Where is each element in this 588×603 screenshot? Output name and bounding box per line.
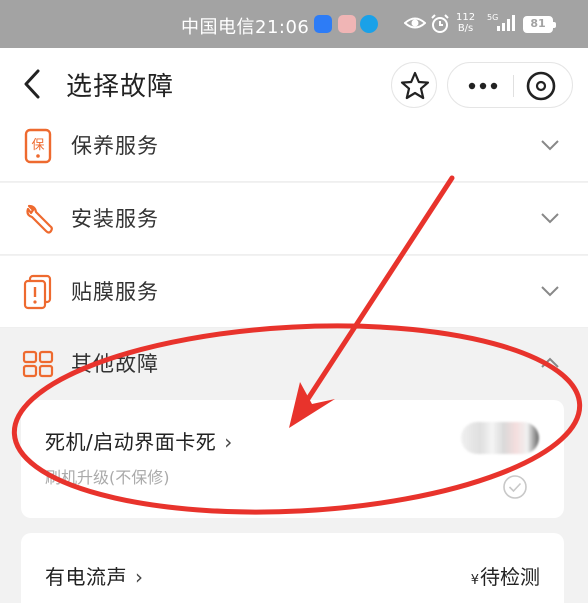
category-label: 贴膜服务 (71, 280, 159, 304)
category-other-faults: 其他故障 死机/启动界面卡死 › 刷机升级(不保修) 有电流声 › ¥待检测 (0, 328, 588, 603)
chevron-down-icon (541, 140, 559, 151)
capsule-divider (513, 75, 514, 97)
star-icon (400, 71, 430, 100)
chevron-down-icon (541, 286, 559, 297)
category-installation[interactable]: 安装服务 (0, 183, 588, 255)
cloud-app-icon (314, 15, 332, 33)
eye-icon (404, 17, 426, 29)
chevron-right-icon: › (224, 430, 233, 454)
fault-item[interactable]: 死机/启动界面卡死 › 刷机升级(不保修) (21, 400, 564, 518)
mini-program-capsule (447, 62, 573, 108)
fault-title: 死机/启动界面卡死 › (45, 430, 233, 454)
alarm-icon (431, 14, 449, 33)
gift-app-icon (338, 15, 356, 33)
blurred-price-area (461, 422, 539, 454)
favorite-button[interactable] (391, 62, 437, 108)
check-circle-icon[interactable] (502, 474, 528, 500)
category-screen-film[interactable]: 贴膜服务 (0, 256, 588, 328)
status-bar: 中国电信21:06 112 B/s 5G 81 (0, 0, 588, 48)
grid-icon (22, 350, 54, 378)
category-maintenance[interactable]: 保 保养服务 (0, 110, 588, 182)
category-label: 保养服务 (71, 134, 159, 158)
chevron-down-icon (541, 213, 559, 224)
watermark-logo (458, 532, 492, 566)
fault-title: 有电流声 › (45, 565, 144, 589)
browser-app-icon (360, 15, 378, 33)
fault-subtitle: 刷机升级(不保修) (45, 468, 170, 487)
signal-icon (497, 15, 515, 31)
more-icon[interactable] (456, 63, 508, 109)
battery-indicator: 81 (523, 16, 556, 33)
wrench-icon (26, 204, 53, 234)
network-speed: 112 B/s (456, 12, 476, 34)
maintenance-icon: 保 (24, 128, 52, 164)
category-label: 其他故障 (71, 352, 159, 376)
back-arrow-icon[interactable] (16, 66, 50, 102)
category-label: 安装服务 (71, 207, 159, 231)
status-carrier-time: 中国电信21:06 (181, 17, 310, 38)
chevron-right-icon: › (135, 565, 144, 589)
category-other-header[interactable]: 其他故障 (0, 328, 588, 400)
svg-text:保: 保 (31, 138, 44, 153)
screen-film-icon (23, 274, 52, 310)
chevron-up-icon (541, 357, 559, 368)
page-title: 选择故障 (66, 72, 175, 102)
close-icon[interactable] (524, 69, 558, 103)
